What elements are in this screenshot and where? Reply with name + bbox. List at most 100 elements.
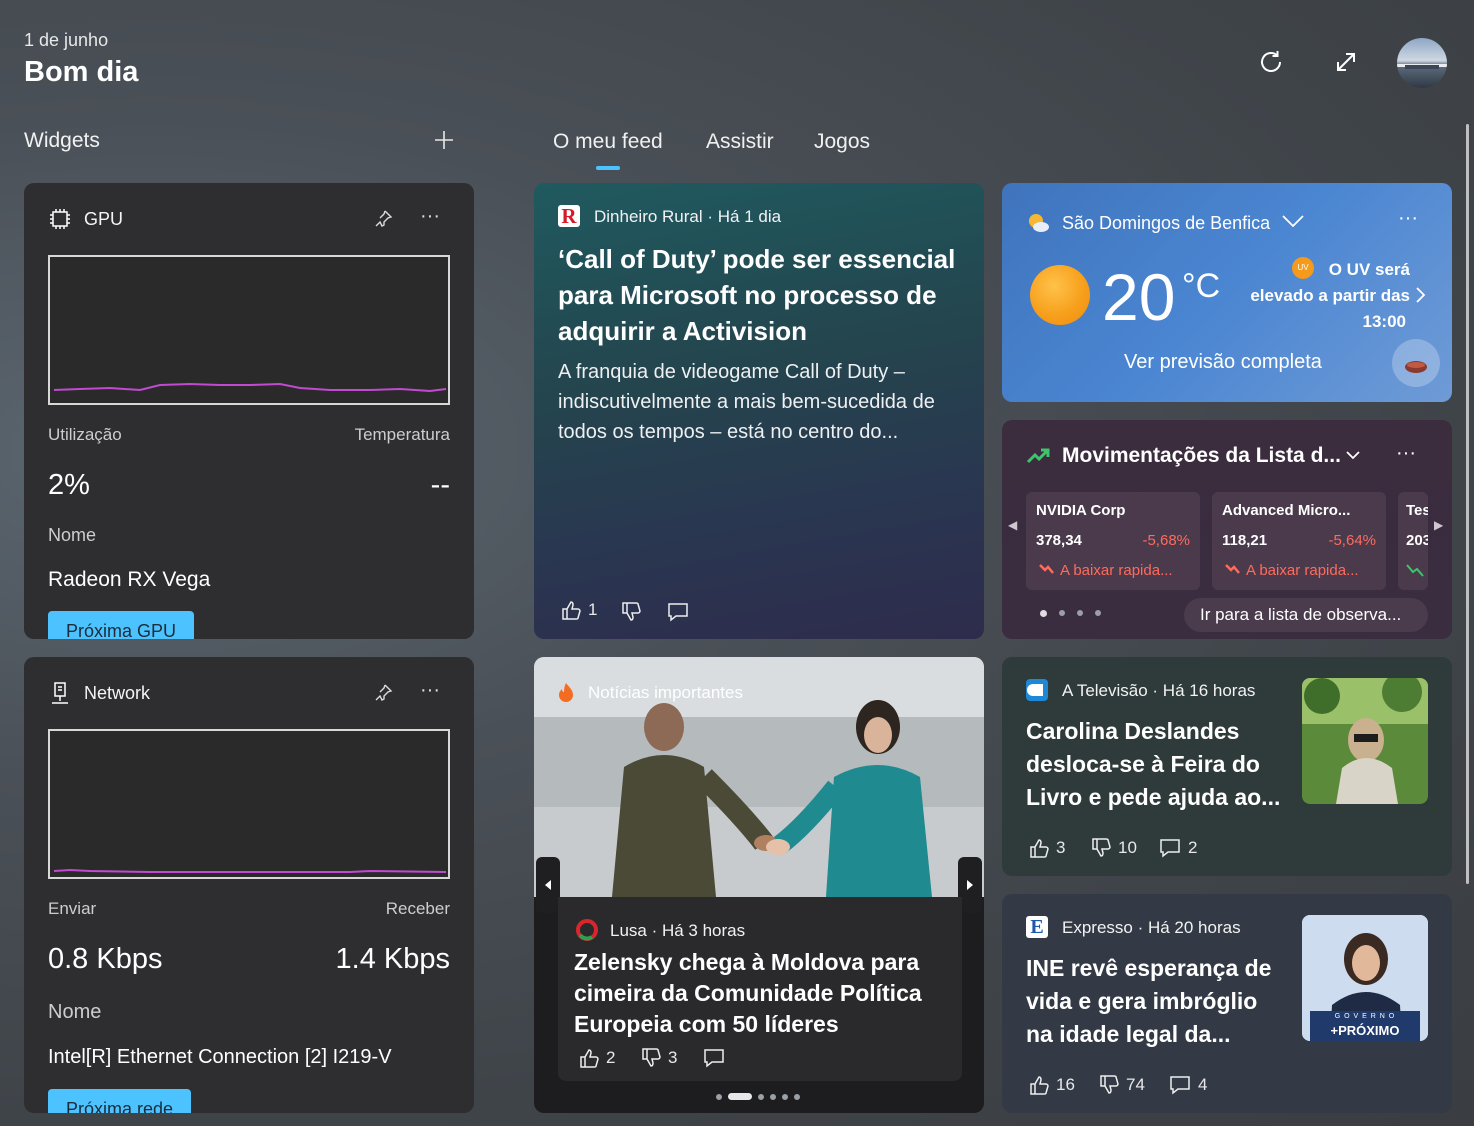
- greeting: Bom dia: [24, 56, 139, 88]
- date-label: 1 de junho: [24, 30, 109, 50]
- carousel-next-icon[interactable]: ▶: [1434, 518, 1443, 532]
- receive-label: Receber: [385, 899, 450, 918]
- full-forecast-link[interactable]: Ver previsão completa: [1124, 351, 1322, 374]
- thumbs-down-icon: [1092, 838, 1111, 857]
- gpu-name-value: Radeon RX Vega: [48, 568, 211, 591]
- dislike-button[interactable]: 74: [1098, 1074, 1145, 1096]
- stock-price: 203: [1406, 532, 1428, 549]
- chevron-down-icon: [1282, 215, 1304, 228]
- pin-button[interactable]: [372, 208, 394, 235]
- news-source: Lusa · Há 3 horas: [610, 921, 746, 940]
- pin-button[interactable]: [372, 682, 394, 709]
- like-button[interactable]: 2: [578, 1047, 615, 1069]
- tab-my-feed[interactable]: O meu feed: [553, 130, 663, 154]
- stock-tile-nvidia[interactable]: NVIDIA Corp 378,34 -5,68% A baixar rapid…: [1026, 492, 1200, 590]
- news-source: Dinheiro Rural · Há 1 dia: [594, 207, 782, 226]
- uv-alert-link[interactable]: O UV será elevado a partir das 13:00: [1240, 257, 1410, 335]
- refresh-button[interactable]: [1253, 44, 1289, 80]
- trend-down-icon: [1038, 562, 1054, 581]
- news-card-expresso[interactable]: E Expresso · Há 20 horas INE revê espera…: [1002, 894, 1452, 1113]
- more-options-button[interactable]: ···: [420, 679, 440, 702]
- ethernet-icon: [48, 681, 72, 712]
- next-gpu-button[interactable]: Próxima GPU: [48, 611, 195, 639]
- source-logo-icon: E: [1026, 916, 1048, 938]
- name-label: Nome: [48, 1001, 102, 1023]
- tab-games[interactable]: Jogos: [814, 130, 870, 154]
- dislike-button[interactable]: 10: [1090, 837, 1137, 859]
- news-source: Expresso · Há 20 horas: [1062, 918, 1241, 937]
- comment-count: 2: [1188, 838, 1198, 857]
- gpu-widget: GPU ··· Utilização Temperatura 2% -- Nom…: [24, 183, 474, 639]
- like-button[interactable]: 16: [1028, 1074, 1075, 1096]
- adapter-name-value: Intel[R] Ethernet Connection [2] I219-V: [48, 1046, 392, 1068]
- thumb-text-top: G O V E R N O: [1334, 1013, 1396, 1020]
- thumbs-down-icon: [642, 1048, 661, 1067]
- like-count: 3: [1056, 838, 1066, 857]
- tab-watch[interactable]: Assistir: [706, 130, 774, 154]
- news-card-tv[interactable]: A Televisão · Há 16 horas Carolina Desla…: [1002, 657, 1452, 876]
- watchlist-dropdown[interactable]: [1342, 448, 1364, 469]
- chevron-down-icon: [1346, 451, 1360, 460]
- send-value: 0.8 Kbps: [48, 943, 163, 975]
- dislike-button[interactable]: [620, 601, 642, 623]
- scrollbar[interactable]: [1466, 124, 1469, 884]
- comment-button[interactable]: 2: [1158, 837, 1197, 859]
- trend-up-icon: [1026, 446, 1050, 471]
- news-card-main[interactable]: R Dinheiro Rural · Há 1 dia ‘Call of Dut…: [534, 183, 984, 639]
- more-options-button[interactable]: ···: [420, 205, 440, 228]
- carousel-dots: [1040, 610, 1101, 617]
- expand-button[interactable]: [1328, 44, 1364, 80]
- news-thumbnail: G O V E R N O +PRÓXIMO: [1302, 915, 1428, 1041]
- plus-icon: [435, 131, 453, 149]
- caret-right-icon: [967, 880, 973, 890]
- weather-location[interactable]: São Domingos de Benfica: [1062, 213, 1270, 234]
- stock-tile-amd[interactable]: Advanced Micro... 118,21 -5,64% A baixar…: [1212, 492, 1386, 590]
- weather-widget[interactable]: São Domingos de Benfica ··· 20 °C UV O U…: [1002, 183, 1452, 402]
- send-label: Enviar: [48, 899, 97, 918]
- comment-button[interactable]: 4: [1168, 1074, 1207, 1096]
- gpu-usage-graph: [48, 255, 450, 405]
- utilization-label: Utilização: [48, 425, 122, 444]
- like-button[interactable]: 1: [560, 599, 597, 621]
- news-thumbnail: [1302, 678, 1428, 804]
- carousel-prev-icon[interactable]: ◀: [1008, 518, 1017, 532]
- avatar[interactable]: [1397, 38, 1447, 88]
- add-widget-button[interactable]: [430, 126, 458, 154]
- caret-left-icon: [545, 880, 551, 890]
- top-story-item[interactable]: Lusa · Há 3 horas Zelensky chega à Moldo…: [558, 897, 962, 1081]
- chevron-right-icon: [1414, 285, 1428, 310]
- like-button[interactable]: 3: [1028, 837, 1065, 859]
- partly-sunny-icon: [1026, 211, 1050, 240]
- news-headline: Zelensky chega à Moldova para cimeira da…: [574, 949, 922, 1037]
- fire-icon: [556, 681, 576, 708]
- news-headline: INE revê esperança de vida e gera imbróg…: [1026, 955, 1272, 1047]
- stock-tile-tesla[interactable]: Tes 203: [1398, 492, 1428, 590]
- pin-icon: [375, 684, 393, 701]
- comment-button[interactable]: [666, 601, 690, 623]
- stock-price: 118,21: [1222, 532, 1268, 549]
- comment-icon: [1170, 1076, 1190, 1095]
- more-options-button[interactable]: ···: [1398, 207, 1418, 230]
- thumb-text-bottom: +PRÓXIMO: [1330, 1023, 1400, 1038]
- refresh-icon: [1261, 51, 1281, 72]
- weather-character-icon: [1392, 339, 1440, 387]
- dislike-count: 3: [668, 1048, 678, 1067]
- thumbs-up-icon: [562, 601, 581, 620]
- more-options-button[interactable]: ···: [1396, 442, 1416, 465]
- dislike-count: 74: [1126, 1075, 1145, 1094]
- top-stories-card: Notícias importantes Lusa · Há 3 horas Z…: [534, 657, 984, 1113]
- dislike-button[interactable]: 3: [640, 1047, 677, 1069]
- comment-icon: [1160, 839, 1180, 858]
- lusa-logo-icon: [576, 919, 598, 946]
- go-to-watchlist-button[interactable]: Ir para a lista de observa...: [1184, 598, 1428, 632]
- temperature-label: Temperatura: [354, 425, 450, 444]
- carousel-prev-button[interactable]: [536, 857, 560, 913]
- dislike-count: 10: [1118, 838, 1137, 857]
- pin-icon: [375, 210, 393, 227]
- next-network-button[interactable]: Próxima rede: [48, 1089, 192, 1113]
- location-dropdown[interactable]: [1280, 211, 1306, 236]
- comment-button[interactable]: [702, 1047, 726, 1069]
- chip-icon: [48, 207, 72, 236]
- trend-up-icon: [1406, 562, 1426, 583]
- comment-count: 4: [1198, 1075, 1208, 1094]
